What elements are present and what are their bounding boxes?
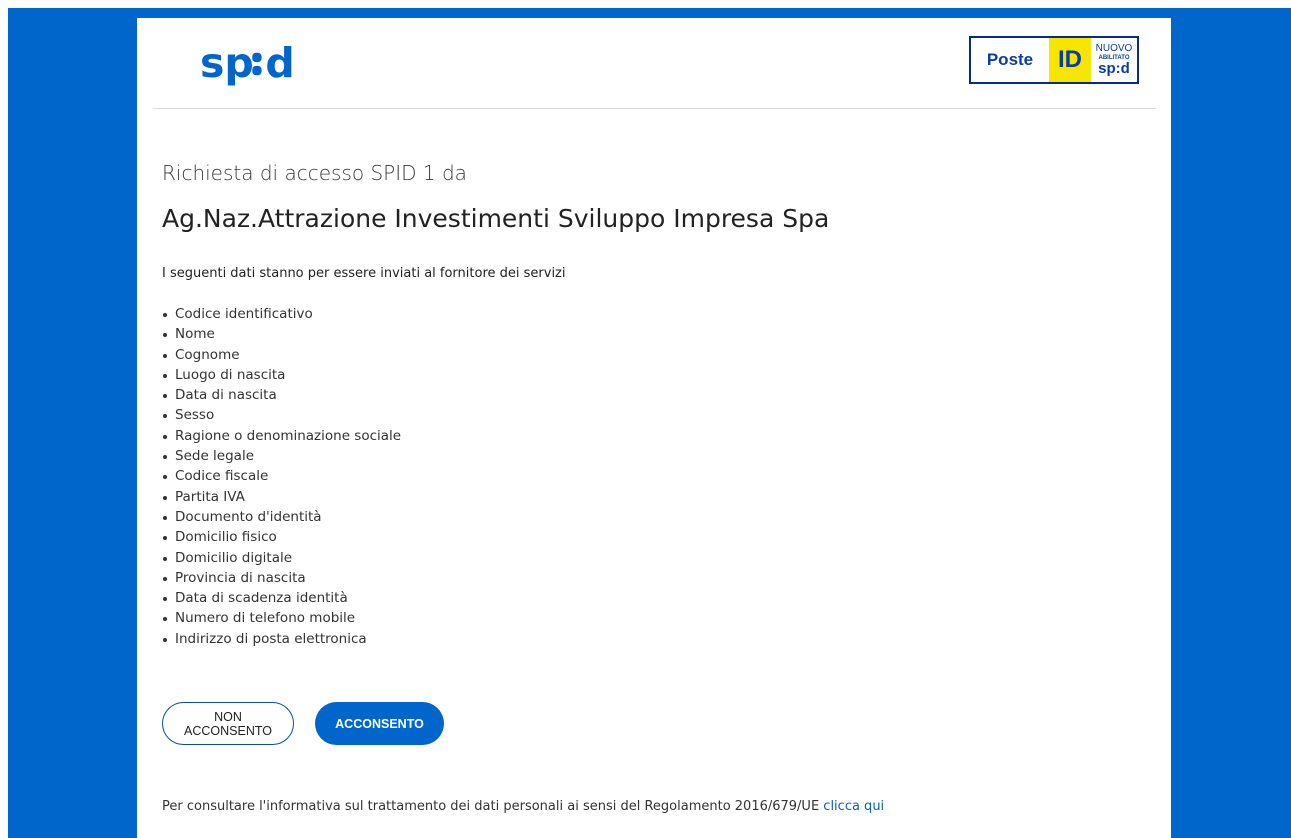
list-item: Luogo di nascita — [162, 365, 401, 385]
poste-label: Poste — [986, 50, 1034, 69]
spid-logo: sp d — [200, 39, 295, 87]
attribute-list: Codice identificativo Nome Cognome Luogo… — [162, 304, 401, 649]
data-intro-text: I seguenti dati stanno per essere inviat… — [162, 266, 566, 281]
nuovo-text: NUOVO — [1095, 43, 1133, 54]
list-item: Codice fiscale — [162, 466, 401, 486]
list-item: Domicilio fisico — [162, 527, 401, 547]
badge-spid-text: sp:d — [1098, 60, 1130, 77]
privacy-link[interactable]: clicca qui — [823, 799, 884, 814]
nuovo-spid-label: NUOVO ABILITATO sp:d — [1091, 38, 1137, 82]
accept-consent-button[interactable]: ACCONSENTO — [315, 702, 444, 745]
list-item: Indirizzo di posta elettronica — [162, 629, 401, 649]
list-item: Provincia di nascita — [162, 568, 401, 588]
service-provider-name: Ag.Naz.Attrazione Investimenti Sviluppo … — [162, 204, 830, 233]
list-item: Cognome — [162, 345, 401, 365]
list-item: Partita IVA — [162, 487, 401, 507]
consent-card: sp d Poste ID NUOVO ABILITATO sp:d Richi… — [137, 18, 1171, 838]
list-item: Sesso — [162, 405, 401, 425]
deny-consent-button[interactable]: NON ACCONSENTO — [162, 702, 294, 745]
privacy-notice: Per consultare l'informativa sul trattam… — [162, 799, 884, 814]
list-item: Data di scadenza identità — [162, 588, 401, 608]
list-item: Domicilio digitale — [162, 548, 401, 568]
id-label: ID — [1049, 38, 1091, 82]
list-item: Sede legale — [162, 446, 401, 466]
header: sp d Poste ID NUOVO ABILITATO sp:d — [153, 18, 1156, 109]
list-item: Nome — [162, 324, 401, 344]
request-subtitle: Richiesta di accesso SPID 1 da — [162, 161, 467, 185]
list-item: Numero di telefono mobile — [162, 608, 401, 628]
privacy-notice-text: Per consultare l'informativa sul trattam… — [162, 799, 824, 814]
list-item: Codice identificativo — [162, 304, 401, 324]
svg-text:d: d — [265, 39, 294, 87]
svg-text:sp: sp — [200, 39, 254, 87]
list-item: Ragione o denominazione sociale — [162, 426, 401, 446]
list-item: Data di nascita — [162, 385, 401, 405]
list-item: Documento d'identità — [162, 507, 401, 527]
posteid-badge: Poste ID NUOVO ABILITATO sp:d — [969, 36, 1139, 84]
